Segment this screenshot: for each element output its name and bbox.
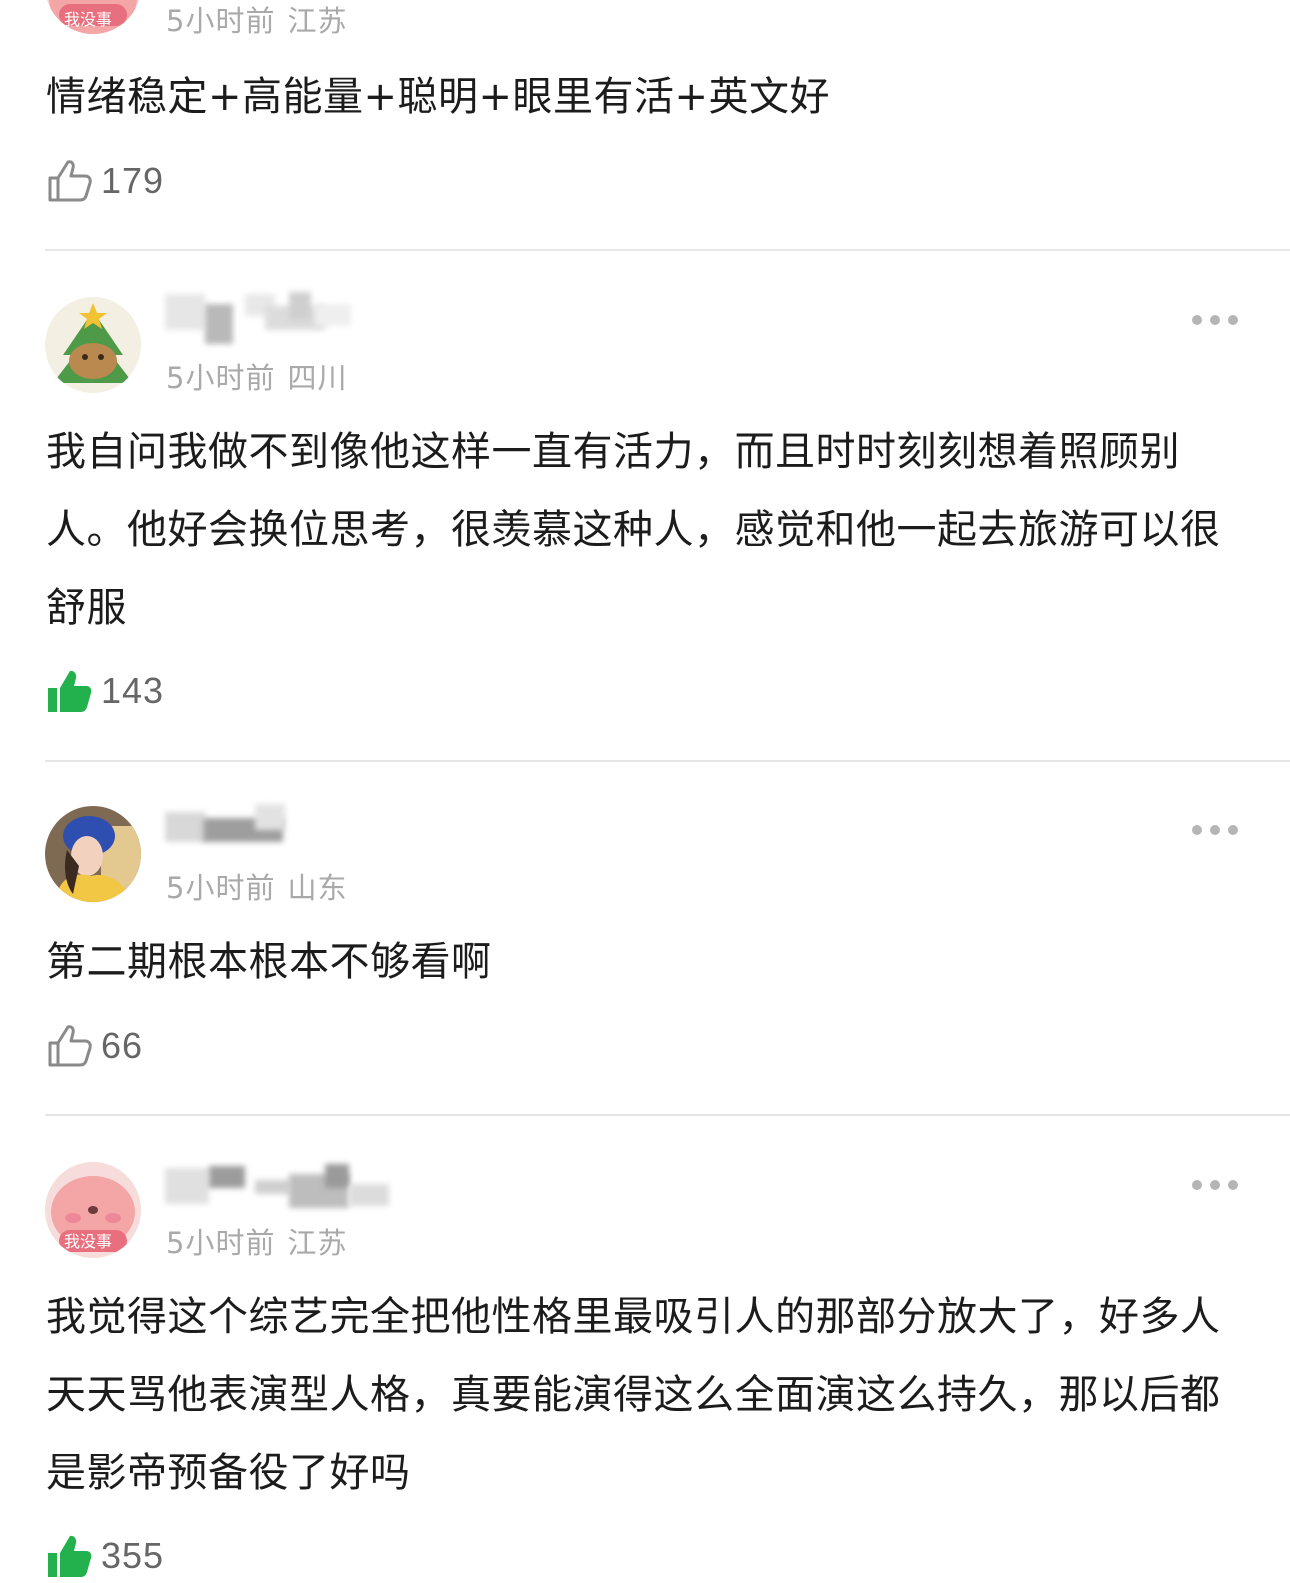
comment-meta: 5小时前 江苏: [166, 0, 347, 40]
divider: [45, 249, 1290, 251]
avatar[interactable]: [45, 297, 141, 393]
comment-meta: 5小时前 山东: [166, 865, 347, 907]
user-name-masked[interactable]: [165, 290, 355, 344]
comment-meta: 5小时前 四川: [166, 355, 347, 397]
like-count: 355: [101, 1535, 165, 1576]
like-count: 143: [101, 670, 165, 711]
divider: [45, 1114, 1290, 1116]
comment-text: 情绪稳定+高能量+聪明+眼里有活+英文好: [46, 74, 831, 120]
comment-location: 四川: [287, 361, 348, 395]
comment-meta: 5小时前 江苏: [166, 1220, 347, 1262]
comment-time: 5小时前: [166, 871, 276, 905]
divider: [45, 760, 1290, 762]
comment-text: 我觉得这个综艺完全把他性格里最吸引人的那部分放大了，好多人天天骂他表演型人格，真…: [46, 1294, 1221, 1496]
thumbs-up-filled-icon: [46, 668, 92, 714]
user-badge: 我没事: [64, 1232, 113, 1251]
more-dots-icon[interactable]: [1190, 1177, 1240, 1191]
comment-time: 5小时前: [166, 361, 276, 395]
comment-location: 江苏: [287, 1226, 348, 1260]
avatar[interactable]: [45, 806, 141, 902]
more-dots-icon[interactable]: [1190, 312, 1240, 326]
comment-text: 第二期根本根本不够看啊: [46, 939, 492, 985]
comment-location: 山东: [287, 871, 348, 905]
comment-text: 我自问我做不到像他这样一直有活力，而且时时刻刻想着照顾别人。他好会换位思考，很羡…: [46, 429, 1221, 631]
thumbs-up-outline-icon: [46, 158, 92, 204]
comment-location: 江苏: [287, 4, 348, 38]
more-dots-icon[interactable]: [1190, 822, 1240, 836]
like-count: 179: [101, 160, 165, 201]
user-name-masked[interactable]: [165, 800, 355, 854]
like-count: 66: [101, 1025, 144, 1066]
thumbs-up-filled-icon: [46, 1533, 92, 1579]
comment-time: 5小时前: [166, 4, 276, 38]
thumbs-up-outline-icon: [46, 1023, 92, 1069]
user-name-masked[interactable]: [165, 1160, 425, 1214]
user-badge: 我没事: [64, 10, 113, 29]
comment-time: 5小时前: [166, 1226, 276, 1260]
